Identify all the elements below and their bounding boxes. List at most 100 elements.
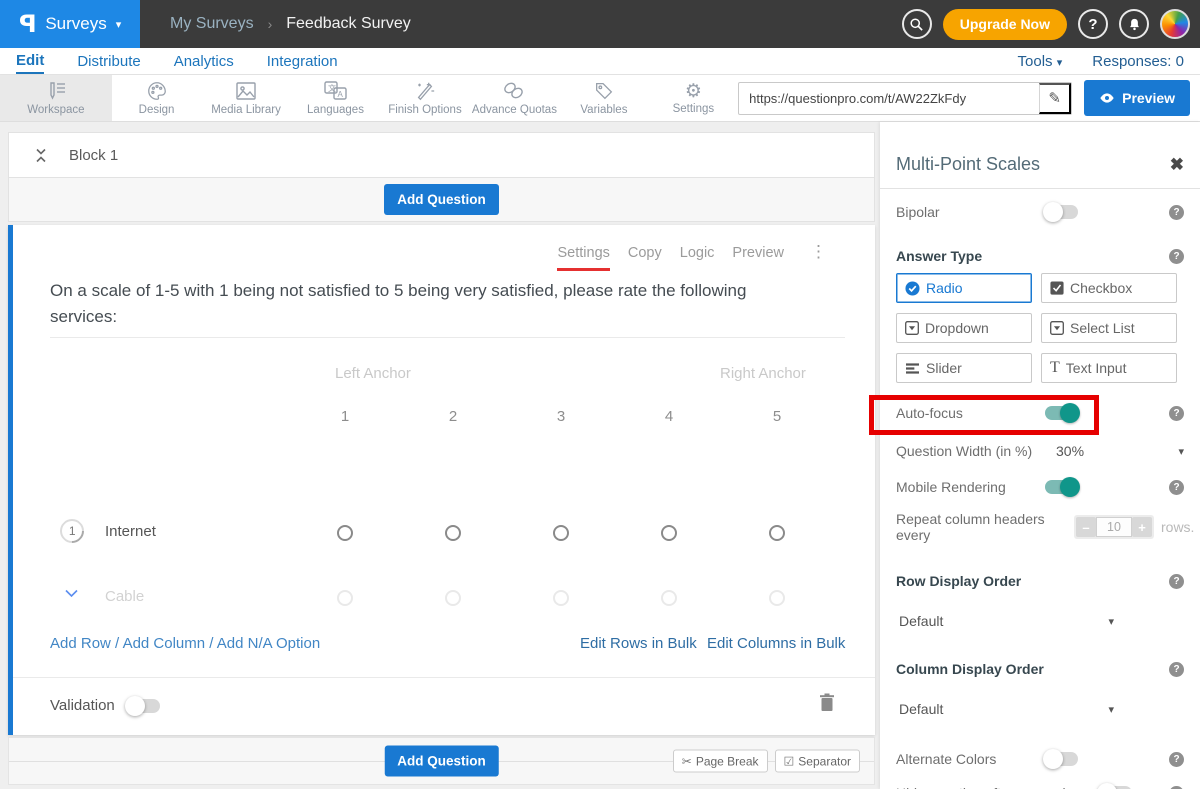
separator-button[interactable]: ☑ Separator [775, 750, 860, 773]
breadcrumb-parent[interactable]: My Surveys [170, 15, 254, 33]
question-width-value[interactable]: 30% [1056, 443, 1084, 459]
autofocus-toggle[interactable] [1045, 406, 1078, 420]
toolbar-item-advance-quotas[interactable]: Advance Quotas [470, 75, 559, 121]
toolbar-item-workspace[interactable]: Workspace [0, 75, 112, 121]
help-button[interactable]: ? [1078, 9, 1108, 39]
edit-columns-bulk-link[interactable]: Edit Columns in Bulk [707, 635, 845, 652]
delete-question-button[interactable] [819, 693, 835, 715]
question-text[interactable]: On a scale of 1-5 with 1 being not satis… [50, 278, 815, 331]
radio-button[interactable] [769, 590, 785, 606]
answer-type-text-input[interactable]: T Text Input [1041, 353, 1177, 383]
question-tab-preview[interactable]: Preview [732, 245, 784, 268]
repeat-headers-input[interactable] [1096, 517, 1132, 537]
add-column-link[interactable]: Add Column [123, 635, 206, 652]
toolbar-item-design[interactable]: Design [112, 75, 201, 121]
left-anchor-placeholder[interactable]: Left Anchor [335, 365, 411, 382]
responses-count[interactable]: Responses: 0 [1092, 53, 1184, 70]
tools-dropdown[interactable]: Tools ▾ [1018, 53, 1063, 70]
toolbar-item-variables[interactable]: Variables [559, 75, 648, 121]
breadcrumb-separator: › [268, 16, 273, 32]
answer-type-dropdown[interactable]: Dropdown [896, 313, 1032, 343]
help-icon[interactable]: ? [1169, 786, 1184, 789]
toolbar-item-media-library[interactable]: Media Library [201, 75, 290, 121]
tab-integration[interactable]: Integration [267, 48, 338, 74]
question-tab-copy[interactable]: Copy [628, 245, 662, 268]
toolbar-item-finish-options[interactable]: Finish Options [380, 75, 469, 121]
translate-icon: 文A [323, 80, 349, 102]
column-header[interactable]: 5 [723, 408, 831, 425]
decrement-button[interactable]: – [1076, 517, 1096, 537]
chevron-down-icon: ▾ [1057, 57, 1063, 69]
chevron-down-icon[interactable]: ▾ [1178, 445, 1184, 458]
column-header[interactable]: 3 [507, 408, 615, 425]
column-header[interactable]: 1 [291, 408, 399, 425]
search-button[interactable] [902, 9, 932, 39]
edit-url-button[interactable]: ✎ [1039, 83, 1071, 114]
toolbar-item-languages[interactable]: 文A Languages [291, 75, 380, 121]
toolbar-item-settings[interactable]: ⚙ Settings [649, 75, 738, 121]
radio-button[interactable] [553, 525, 569, 541]
question-tab-logic[interactable]: Logic [680, 245, 715, 268]
text-input-icon: T [1050, 361, 1060, 375]
close-sidebar-button[interactable]: ✖ [1170, 155, 1184, 175]
edit-rows-bulk-link[interactable]: Edit Rows in Bulk [580, 635, 697, 652]
add-row-link[interactable]: Add Row [50, 635, 111, 652]
tab-edit[interactable]: Edit [16, 48, 44, 74]
increment-button[interactable]: + [1132, 517, 1152, 537]
radio-button[interactable] [445, 525, 461, 541]
help-icon[interactable]: ? [1169, 480, 1184, 495]
alternate-colors-toggle[interactable] [1045, 752, 1078, 766]
help-icon[interactable]: ? [1169, 574, 1184, 589]
radio-button[interactable] [337, 525, 353, 541]
mobile-rendering-toggle[interactable] [1045, 480, 1078, 494]
answer-type-slider[interactable]: Slider [896, 353, 1032, 383]
collapse-block-button[interactable] [35, 148, 47, 163]
column-display-order-select[interactable]: Default ▾ [899, 701, 1114, 717]
more-options-icon[interactable]: ⋮ [810, 245, 827, 259]
tab-analytics[interactable]: Analytics [174, 48, 234, 74]
preview-button[interactable]: Preview [1084, 80, 1190, 116]
radio-button[interactable] [445, 590, 461, 606]
row-reorder-chevron[interactable] [64, 585, 79, 603]
tab-distribute[interactable]: Distribute [77, 48, 140, 74]
radio-button[interactable] [769, 525, 785, 541]
user-avatar[interactable] [1160, 9, 1190, 39]
survey-url-input[interactable] [739, 91, 1039, 106]
link-separator: / [209, 635, 217, 652]
answer-type-checkbox[interactable]: Checkbox [1041, 273, 1177, 303]
add-na-option-link[interactable]: Add N/A Option [217, 635, 320, 652]
bipolar-toggle[interactable] [1045, 205, 1078, 219]
validation-toggle[interactable] [127, 699, 160, 713]
repeat-headers-stepper: – + [1074, 515, 1154, 539]
add-question-button-top[interactable]: Add Question [384, 184, 499, 215]
help-icon[interactable]: ? [1169, 205, 1184, 220]
radio-button[interactable] [337, 590, 353, 606]
svg-text:A: A [337, 90, 343, 99]
chevron-down-icon [35, 148, 47, 155]
help-icon[interactable]: ? [1169, 406, 1184, 421]
answer-type-radio[interactable]: Radio [896, 273, 1032, 303]
matrix-row-label[interactable]: Cable [105, 588, 144, 605]
app-switcher[interactable]: P Surveys ▾ [0, 0, 140, 48]
column-header[interactable]: 4 [615, 408, 723, 425]
row-display-order-select[interactable]: Default ▾ [899, 613, 1114, 629]
radio-button[interactable] [661, 525, 677, 541]
help-icon[interactable]: ? [1169, 662, 1184, 677]
right-anchor-placeholder[interactable]: Right Anchor [720, 365, 806, 382]
matrix-column-headers: 1 2 3 4 5 [291, 408, 831, 425]
upgrade-now-button[interactable]: Upgrade Now [943, 9, 1067, 40]
help-icon[interactable]: ? [1169, 249, 1184, 264]
question-card: Settings Copy Logic Preview ⋮ On a scale… [8, 225, 875, 735]
matrix-row-label[interactable]: Internet [105, 523, 156, 540]
question-tab-settings[interactable]: Settings [557, 245, 609, 271]
page-break-button[interactable]: ✂ Page Break [673, 750, 768, 773]
block-title[interactable]: Block 1 [69, 147, 118, 164]
add-question-button-bottom[interactable]: Add Question [384, 746, 499, 777]
divider [13, 677, 875, 678]
radio-button[interactable] [553, 590, 569, 606]
column-header[interactable]: 2 [399, 408, 507, 425]
radio-button[interactable] [661, 590, 677, 606]
answer-type-select-list[interactable]: Select List [1041, 313, 1177, 343]
help-icon[interactable]: ? [1169, 752, 1184, 767]
notifications-button[interactable] [1119, 9, 1149, 39]
